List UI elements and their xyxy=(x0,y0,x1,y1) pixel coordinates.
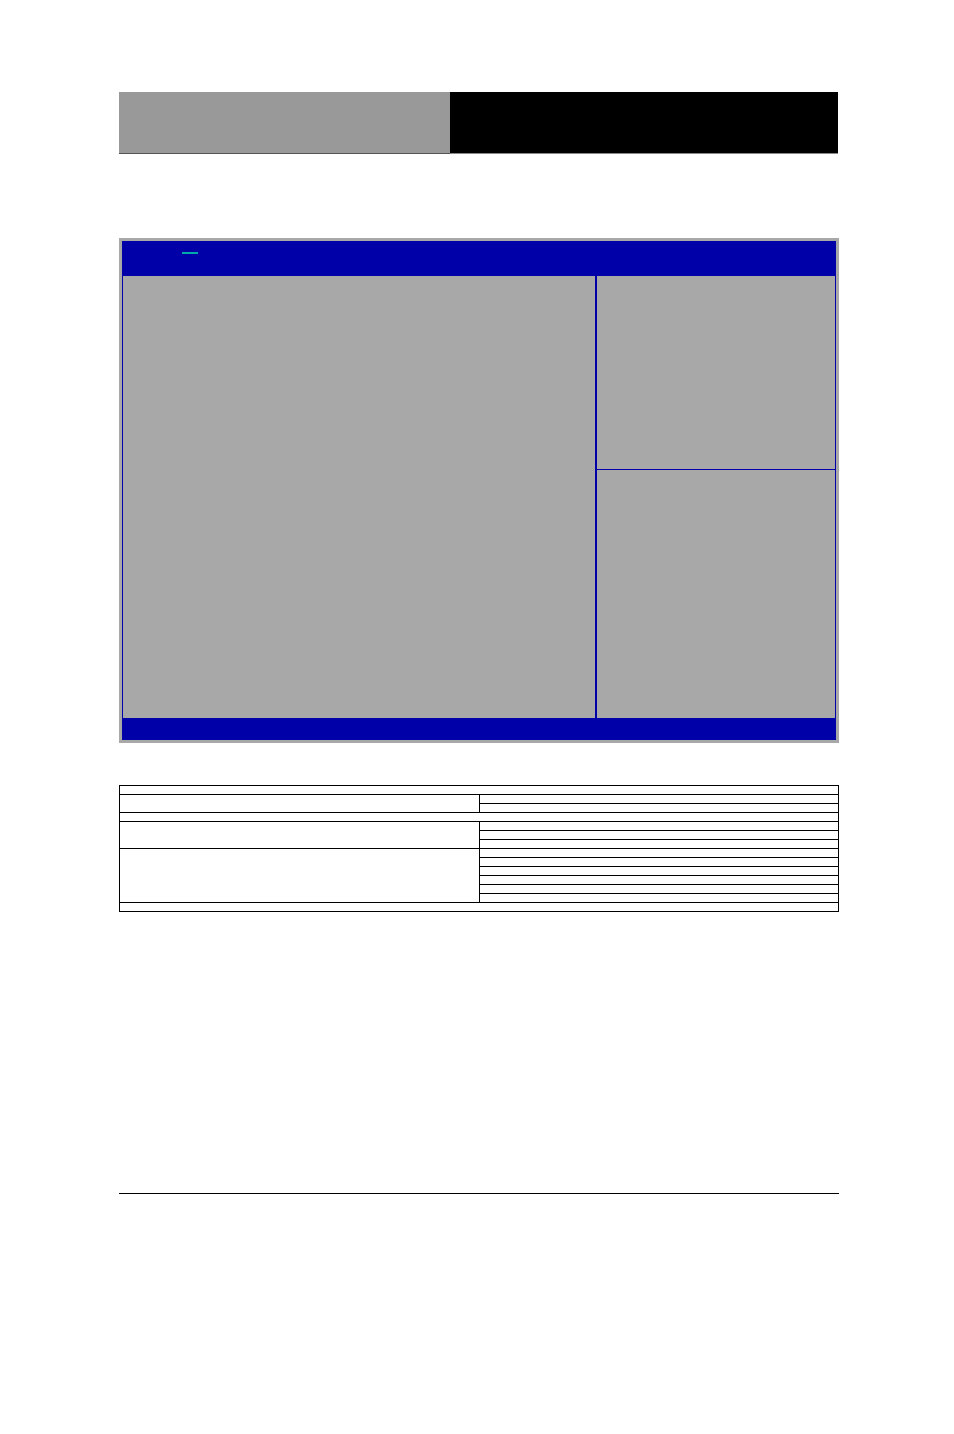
opt-serial-port-label xyxy=(120,795,480,813)
opt-change-settings-label xyxy=(120,849,480,903)
opt-device-mode-rs232 xyxy=(479,822,839,831)
opt-serial-port-note xyxy=(120,813,839,822)
bios-settings-panel xyxy=(122,275,596,719)
bios-footer-text xyxy=(122,719,836,740)
opt-cs-3 xyxy=(479,876,839,885)
header-right xyxy=(450,92,838,154)
bios-key-legend xyxy=(597,470,835,718)
opt-cs-note xyxy=(120,903,839,912)
opt-cs-4 xyxy=(479,885,839,894)
opt-serial-port-enabled xyxy=(479,804,839,813)
bios-body xyxy=(122,275,836,719)
opt-cs-auto xyxy=(479,849,839,858)
opt-cs-1 xyxy=(479,858,839,867)
opt-cs-5 xyxy=(479,894,839,903)
bios-title-bar xyxy=(122,241,836,275)
opt-device-mode-rs485 xyxy=(479,840,839,849)
opt-device-mode-label xyxy=(120,822,480,849)
options-summary-table xyxy=(119,785,839,912)
header-left-blank xyxy=(119,92,450,154)
bios-tab-advanced[interactable] xyxy=(182,252,198,254)
bios-screenshot xyxy=(119,238,839,743)
footer-rule xyxy=(119,1193,839,1194)
opt-device-mode-rs422 xyxy=(479,831,839,840)
table-title xyxy=(120,786,839,795)
bios-help-panel xyxy=(596,275,836,719)
opt-serial-port-disabled xyxy=(479,795,839,804)
opt-cs-2 xyxy=(479,867,839,876)
bios-help-description xyxy=(597,276,835,470)
page-header xyxy=(119,92,838,154)
